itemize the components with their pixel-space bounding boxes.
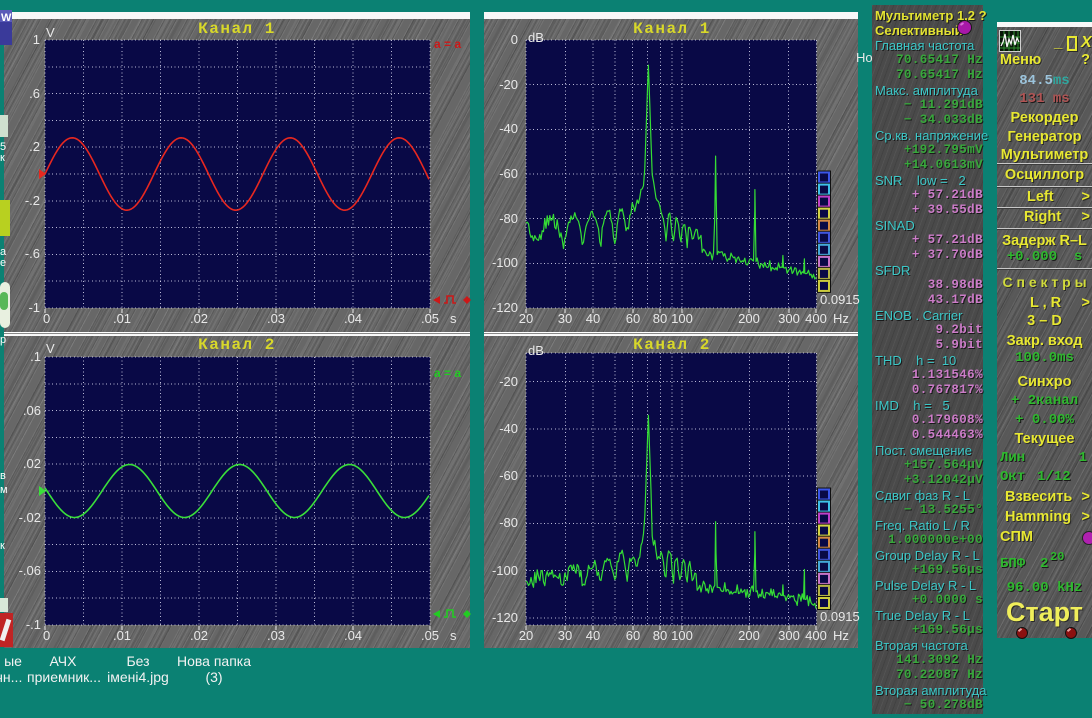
svg-text:400: 400 [805, 628, 827, 643]
svg-text:.1: .1 [30, 349, 41, 364]
svg-text:Канал 2: Канал 2 [198, 336, 276, 354]
svg-text:s: s [450, 628, 457, 643]
svg-text:-1: -1 [28, 300, 40, 315]
svg-text:a = a: a = a [434, 37, 461, 51]
svg-text:-120: -120 [492, 610, 518, 625]
svg-text:100: 100 [671, 628, 693, 643]
svg-text:80: 80 [653, 311, 667, 326]
svg-text:V: V [46, 25, 55, 40]
svg-text:0: 0 [43, 628, 50, 643]
svg-text:.6: .6 [29, 86, 40, 101]
svg-text:20: 20 [519, 311, 533, 326]
svg-text:-40: -40 [499, 421, 518, 436]
svg-text:.01: .01 [113, 311, 131, 326]
svg-text:80: 80 [653, 628, 667, 643]
svg-text:200: 200 [738, 311, 760, 326]
svg-text:-20: -20 [499, 374, 518, 389]
svg-text:0.0915: 0.0915 [820, 292, 860, 307]
svg-text:300: 300 [778, 628, 800, 643]
svg-text:20: 20 [519, 628, 533, 643]
svg-text:.02: .02 [190, 628, 208, 643]
svg-text:.05: .05 [421, 628, 439, 643]
svg-text:.06: .06 [23, 403, 41, 418]
svg-text:dB: dB [528, 30, 544, 45]
svg-text:Канал 2: Канал 2 [633, 336, 711, 354]
svg-text:.01: .01 [113, 628, 131, 643]
svg-text:30: 30 [558, 311, 572, 326]
svg-text:-80: -80 [499, 515, 518, 530]
svg-text:Канал 1: Канал 1 [198, 20, 276, 38]
svg-text:100: 100 [671, 311, 693, 326]
svg-text:Hz: Hz [833, 311, 849, 326]
svg-text:.2: .2 [29, 139, 40, 154]
svg-text:30: 30 [558, 628, 572, 643]
svg-text:0: 0 [511, 32, 518, 47]
svg-text:-100: -100 [492, 255, 518, 270]
svg-text:-80: -80 [499, 211, 518, 226]
svg-text:-20: -20 [499, 77, 518, 92]
svg-text:-60: -60 [499, 468, 518, 483]
svg-text:-.02: -.02 [19, 510, 41, 525]
svg-text:-.2: -.2 [25, 193, 40, 208]
svg-text:dB: dB [528, 343, 544, 358]
svg-text:.02: .02 [190, 311, 208, 326]
svg-text:-.1: -.1 [26, 617, 41, 632]
svg-text:60: 60 [626, 628, 640, 643]
svg-text:-.06: -.06 [19, 563, 41, 578]
svg-text:200: 200 [738, 628, 760, 643]
svg-text:300: 300 [778, 311, 800, 326]
svg-text:40: 40 [586, 311, 600, 326]
svg-text:-.6: -.6 [25, 246, 40, 261]
svg-text:.04: .04 [344, 311, 362, 326]
svg-text:1: 1 [33, 32, 40, 47]
svg-text:40: 40 [586, 628, 600, 643]
svg-text:.03: .03 [267, 628, 285, 643]
svg-text:400: 400 [805, 311, 827, 326]
svg-text:-40: -40 [499, 121, 518, 136]
svg-text:.03: .03 [267, 311, 285, 326]
svg-text:Канал 1: Канал 1 [633, 20, 711, 38]
svg-text:.04: .04 [344, 628, 362, 643]
svg-text:0.0915: 0.0915 [820, 609, 860, 624]
svg-text:-120: -120 [492, 300, 518, 315]
svg-text:s: s [450, 311, 457, 326]
svg-text:V: V [46, 341, 55, 356]
svg-text:60: 60 [626, 311, 640, 326]
svg-text:.02: .02 [23, 456, 41, 471]
svg-text:Но: Но [856, 50, 873, 65]
svg-text:0: 0 [43, 311, 50, 326]
svg-text:-100: -100 [492, 563, 518, 578]
svg-text:a = a: a = a [434, 366, 461, 380]
svg-text:-60: -60 [499, 166, 518, 181]
svg-text:.05: .05 [421, 311, 439, 326]
svg-text:Hz: Hz [833, 628, 849, 643]
